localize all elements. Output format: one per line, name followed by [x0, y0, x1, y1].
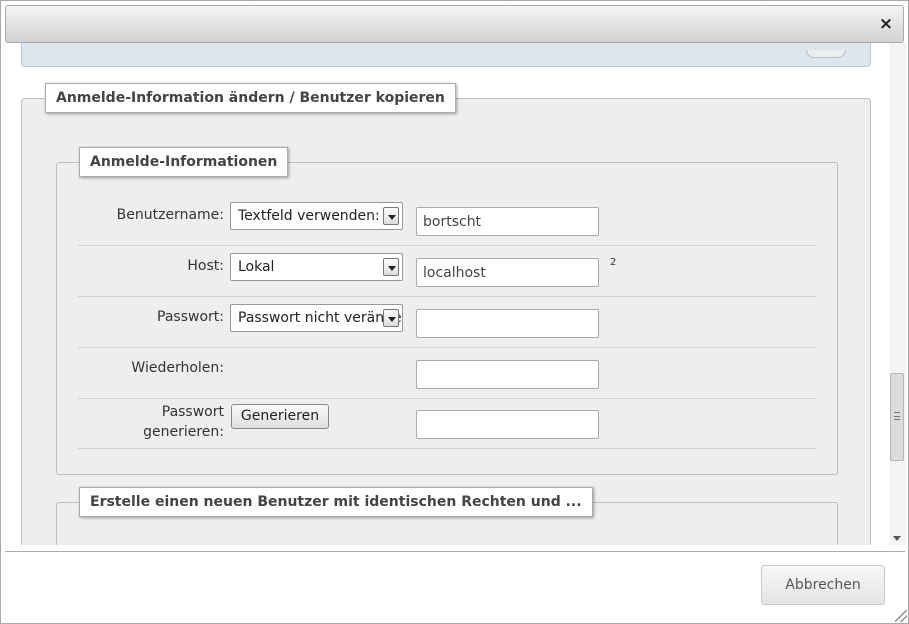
- chevron-down-icon: [383, 258, 399, 276]
- host-type-select[interactable]: Lokal: [230, 253, 403, 281]
- password-label: Passwort:: [157, 309, 224, 325]
- generate-password-button[interactable]: Generieren: [231, 404, 329, 429]
- dialog-titlebar[interactable]: ×: [5, 5, 904, 43]
- change-login-fieldset: Anmelde-Information ändern / Benutzer ko…: [21, 83, 871, 545]
- arrow-down-icon[interactable]: [893, 536, 901, 541]
- copy-user-legend: Erstelle einen neuen Benutzer mit identi…: [79, 487, 593, 517]
- password-input[interactable]: [416, 309, 599, 338]
- username-type-select[interactable]: Textfeld verwenden:: [230, 202, 403, 230]
- generate-password-row: Passwort generieren: Generieren: [78, 398, 816, 449]
- cancel-button[interactable]: Abbrechen: [761, 565, 885, 605]
- host-input[interactable]: [416, 258, 599, 287]
- repeat-password-label: Wiederholen:: [131, 360, 224, 376]
- chevron-down-icon: [383, 309, 399, 327]
- change-login-legend: Anmelde-Information ändern / Benutzer ko…: [45, 83, 456, 113]
- info-box-button-stub: [806, 50, 846, 58]
- repeat-password-input[interactable]: [416, 360, 599, 389]
- generated-password-input[interactable]: [416, 410, 599, 439]
- username-type-select-value: Textfeld verwenden:: [238, 208, 380, 224]
- dialog-content: Anmelde-Information ändern / Benutzer ko…: [5, 43, 890, 545]
- username-input[interactable]: [416, 207, 599, 236]
- username-label: Benutzername:: [116, 207, 224, 223]
- chevron-down-icon: [383, 207, 399, 225]
- host-row: Host: Lokal 2: [78, 246, 816, 297]
- repeat-password-row: Wiederholen:: [78, 348, 816, 399]
- close-icon[interactable]: ×: [877, 14, 895, 34]
- footer-divider: [5, 551, 905, 552]
- username-row: Benutzername: Textfeld verwenden:: [78, 195, 816, 246]
- password-change-select[interactable]: Passwort nicht verändern: [230, 304, 403, 332]
- login-info-fieldset: Anmelde-Informationen Benutzername: Text…: [56, 147, 838, 475]
- password-row: Passwort: Passwort nicht verändern: [78, 297, 816, 348]
- password-change-select-value: Passwort nicht verändern: [238, 310, 403, 326]
- copy-user-fieldset: Erstelle einen neuen Benutzer mit identi…: [56, 487, 838, 545]
- generate-password-label-line1: Passwort: [161, 404, 224, 420]
- host-footnote: 2: [610, 257, 617, 268]
- host-label: Host:: [187, 258, 224, 274]
- content-scrollbar[interactable]: [890, 43, 906, 545]
- scrollbar-thumb[interactable]: [890, 373, 904, 461]
- generate-password-label: Passwort generieren:: [78, 402, 224, 442]
- login-info-legend: Anmelde-Informationen: [79, 147, 289, 177]
- dialog-footer: Abbrechen: [1, 545, 908, 623]
- grip-icon: [894, 412, 900, 420]
- dialog: × Anmelde-Information ändern / Benutzer …: [0, 0, 909, 624]
- resize-grip-icon[interactable]: [895, 610, 907, 622]
- info-box-partial: [21, 43, 871, 67]
- generate-password-label-line2: generieren:: [143, 424, 224, 440]
- host-type-select-value: Lokal: [238, 259, 275, 275]
